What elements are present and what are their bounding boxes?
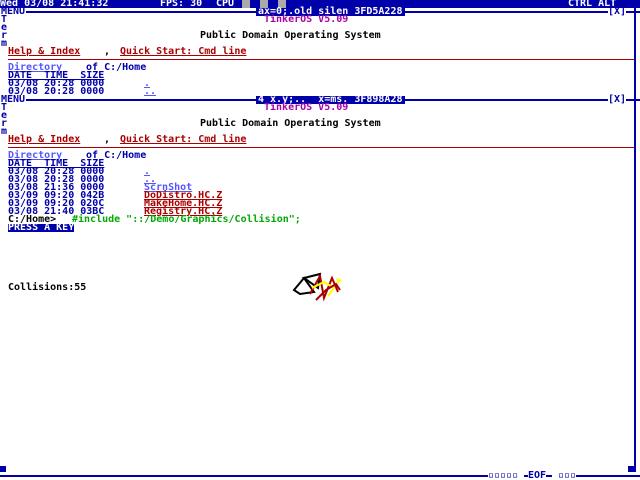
help-index-link[interactable]: Help & Index: [8, 47, 80, 57]
cpu-label: CPU: [216, 0, 235, 9]
terminal-window-1[interactable]: MENU ax=0;.old silen 3FD5A228 [X] Term T…: [0, 7, 640, 97]
close-button[interactable]: [X]: [608, 7, 627, 17]
press-key-message: PRESS A KEY: [8, 222, 75, 233]
divider: [8, 59, 634, 60]
collisions-counter: Collisions:55: [8, 282, 87, 293]
quick-start-link[interactable]: Quick Start: Cmd line: [120, 135, 246, 145]
divider: [8, 147, 634, 148]
separator: ,: [104, 46, 111, 57]
term-side-label: Term: [0, 14, 8, 49]
os-name: TinkerOS V5.09: [264, 102, 349, 113]
collision-demo-graphic: [292, 272, 342, 302]
separator: ,: [104, 134, 111, 145]
close-button[interactable]: [X]: [608, 95, 627, 105]
os-subtitle: Public Domain Operating System: [200, 118, 381, 129]
help-index-link[interactable]: Help & Index: [8, 135, 80, 145]
eof-marker: EOF: [528, 470, 547, 480]
os-name: TinkerOS V5.09: [264, 14, 349, 25]
term-side-label: Term: [0, 102, 8, 137]
terminal-window-2[interactable]: MENU 4 x.y;.. x=ms. 3F898A28 [X] Term Ti…: [0, 95, 640, 472]
window-border-right: [634, 8, 636, 96]
fps-display: FPS: 30: [160, 0, 203, 9]
scroll-ticks-right: ▫▫▫: [552, 470, 577, 480]
cpu-meter-cell: [242, 0, 250, 8]
scroll-ticks-left: ▫▫▫▫▫: [488, 470, 525, 480]
shell-command[interactable]: #include "::/Demo/Graphics/Collision";: [72, 215, 301, 225]
window-border-right: [634, 96, 636, 472]
file-row-link[interactable]: ..: [144, 87, 156, 97]
os-subtitle: Public Domain Operating System: [200, 30, 381, 41]
bottom-border: ▫▫▫▫▫ EOF ▫▫▫: [0, 470, 640, 480]
quick-start-link[interactable]: Quick Start: Cmd line: [120, 47, 246, 57]
